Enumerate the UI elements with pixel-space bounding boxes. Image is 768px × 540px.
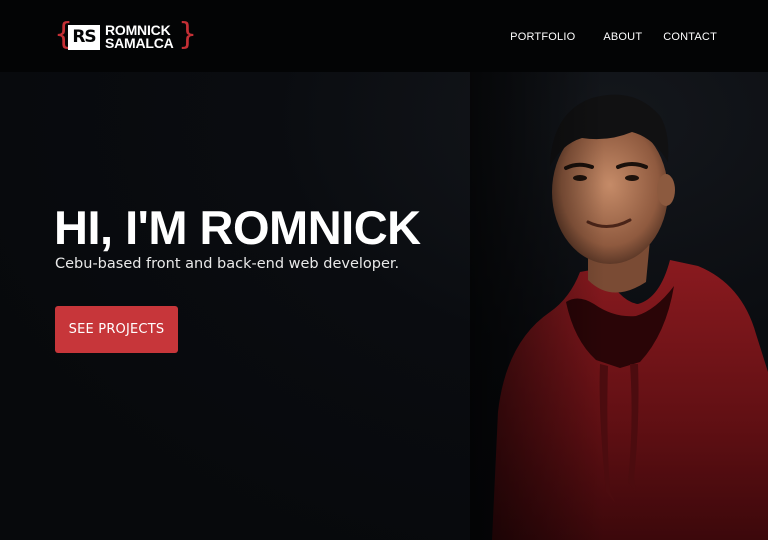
logo-name: ROMNICK SAMALCA — [105, 23, 174, 51]
logo-brace-right: } — [178, 17, 198, 52]
navbar: { RS ROMNICK SAMALCA } PORTFOLIO ABOUT C… — [0, 0, 768, 72]
hero-subtitle: Cebu-based front and back-end web develo… — [55, 256, 400, 272]
logo-last-name: SAMALCA — [105, 35, 174, 51]
logo-monogram: RS — [68, 25, 100, 50]
hero-title: HI, I'M ROMNICK — [54, 201, 421, 254]
hero-portrait — [470, 72, 768, 540]
nav-link-contact[interactable]: CONTACT — [663, 31, 717, 44]
see-projects-button[interactable]: SEE PROJECTS — [55, 306, 178, 353]
nav-links: PORTFOLIO ABOUT CONTACT — [510, 31, 717, 44]
logo[interactable]: { RS ROMNICK SAMALCA } — [54, 17, 197, 55]
hero-section: HI, I'M ROMNICK Cebu-based front and bac… — [0, 72, 768, 540]
nav-link-about[interactable]: ABOUT — [603, 31, 642, 44]
nav-link-portfolio[interactable]: PORTFOLIO — [510, 31, 575, 44]
